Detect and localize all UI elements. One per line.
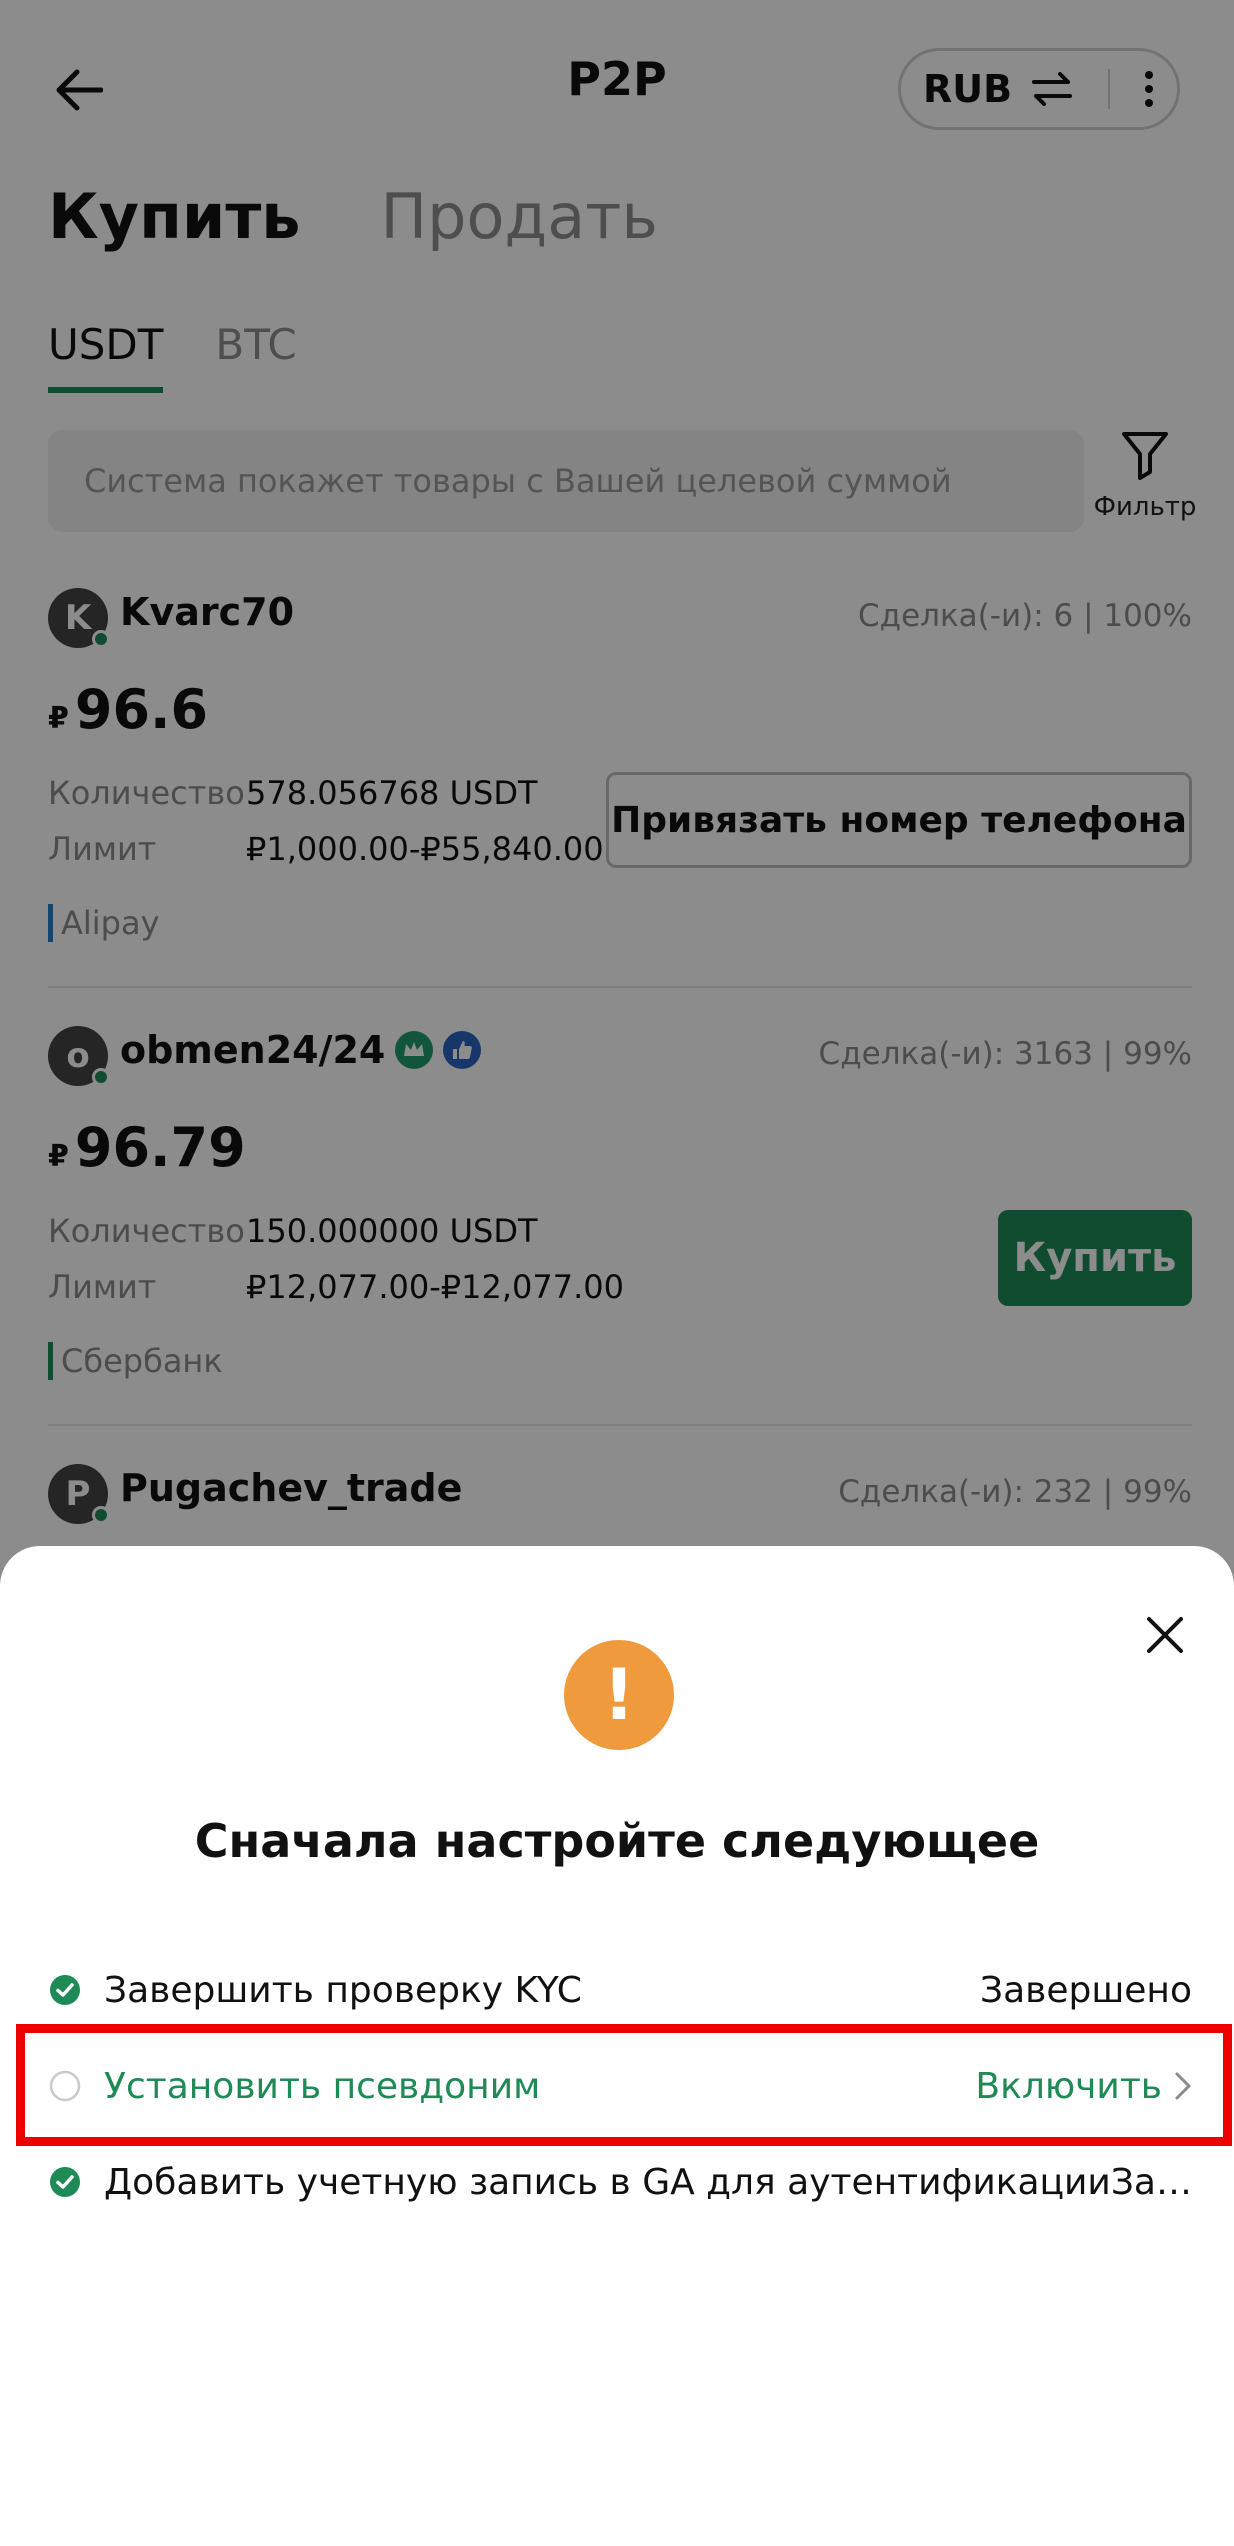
highlight-box — [16, 2024, 1232, 2146]
close-icon — [1147, 1617, 1183, 1653]
task-label: Завершить проверку KYC — [104, 1969, 582, 2011]
task-ga-auth: Добавить учетную запись в GA для аутенти… — [48, 2142, 1192, 2222]
task-status: Завершено — [979, 1969, 1192, 2011]
warning-icon: ! — [564, 1640, 674, 1750]
check-circle-icon — [48, 1973, 82, 2007]
sheet-title: Сначала настройте следующее — [194, 1814, 1040, 1868]
setup-bottom-sheet: ! Сначала настройте следующее Завершить … — [0, 1546, 1234, 2533]
task-label: Добавить учетную запись в GA для аутенти… — [104, 2161, 1192, 2203]
task-kyc: Завершить проверку KYC Завершено — [48, 1950, 1192, 2030]
check-circle-icon — [48, 2165, 82, 2199]
close-button[interactable] — [1136, 1606, 1194, 1664]
